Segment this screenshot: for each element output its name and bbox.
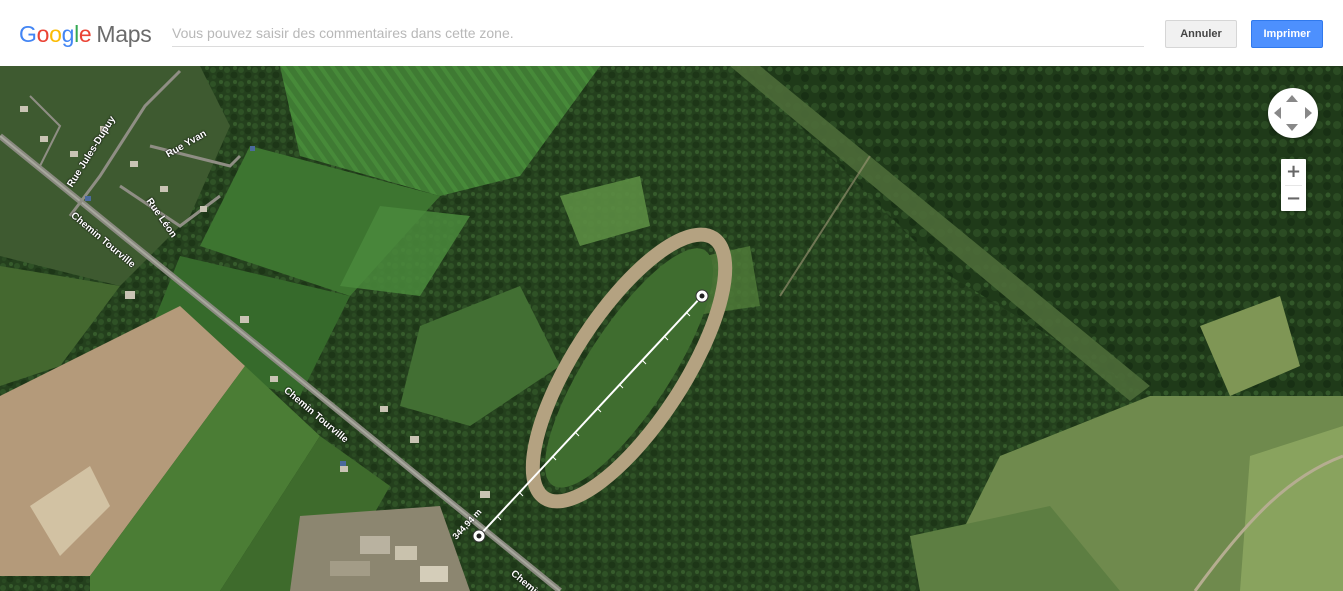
zoom-in-button[interactable]: + [1281, 159, 1306, 184]
comment-input[interactable] [172, 20, 1144, 47]
pan-control[interactable] [1268, 88, 1318, 138]
pan-up-icon[interactable] [1286, 95, 1298, 102]
zoom-control: + − [1281, 159, 1306, 211]
cancel-button[interactable]: Annuler [1165, 20, 1237, 48]
zoom-out-button[interactable]: − [1281, 186, 1306, 211]
logo-letter: g [61, 21, 75, 47]
pan-right-icon[interactable] [1305, 107, 1312, 119]
print-button[interactable]: Imprimer [1251, 20, 1323, 48]
satellite-map[interactable]: Rue Jules-Dupuy Rue Yvan Rue Léon Chemin… [0, 66, 1343, 591]
pan-left-icon[interactable] [1274, 107, 1281, 119]
logo-letter: e [78, 21, 92, 47]
logo-letter: G [19, 21, 37, 47]
google-maps-logo: Google Maps [19, 20, 152, 48]
logo-letter: o [36, 21, 50, 47]
pan-down-icon[interactable] [1286, 124, 1298, 131]
logo-letter: o [49, 21, 62, 47]
satellite-imagery [0, 66, 1343, 591]
header-bar: GoogleMaps Annuler Imprimer [0, 0, 1343, 66]
logo-product-name: Maps [96, 21, 152, 47]
